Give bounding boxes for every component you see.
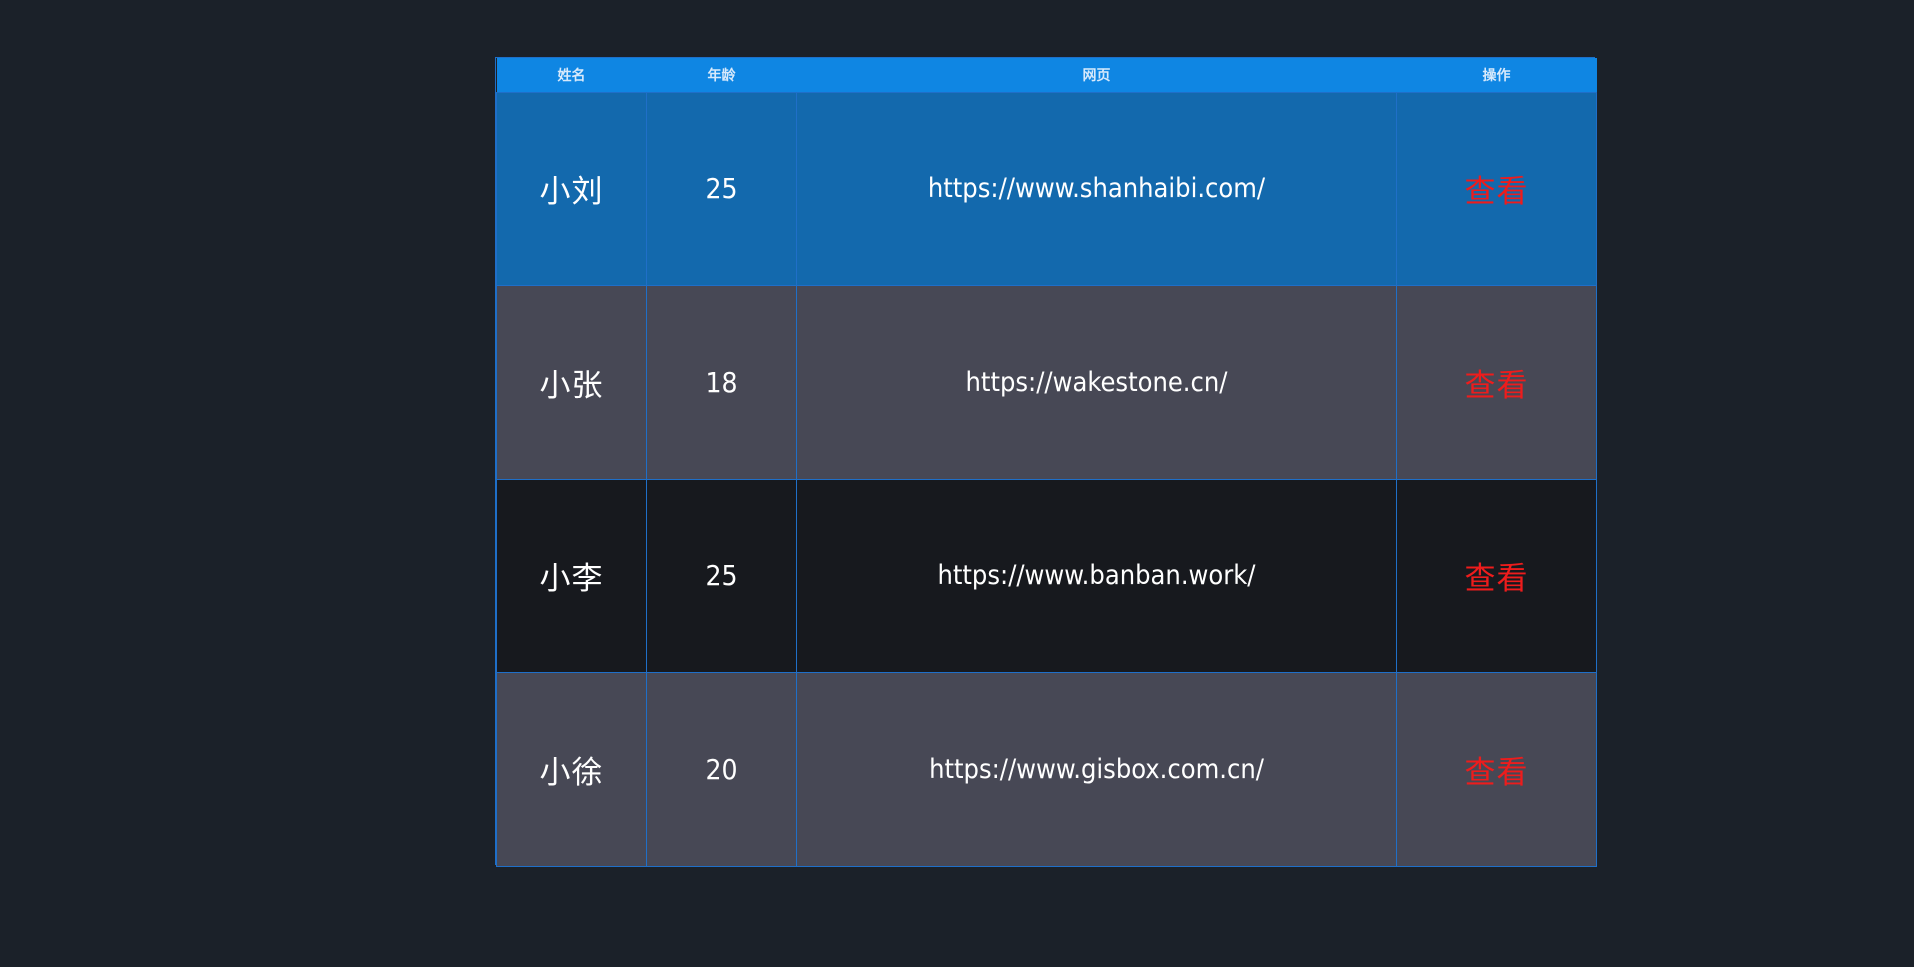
data-table: 姓名 年龄 网页 操作 小刘 25 https://www.shanhaibi.… — [496, 58, 1597, 867]
cell-action: 查看 — [1396, 285, 1597, 480]
data-table-container: 姓名 年龄 网页 操作 小刘 25 https://www.shanhaibi.… — [495, 57, 1597, 867]
table-row: 小李 25 https://www.banban.work/ 查看 — [496, 478, 1597, 673]
cell-age: 25 — [646, 91, 797, 286]
cell-action: 查看 — [1396, 478, 1597, 673]
view-link[interactable]: 查看 — [1465, 368, 1529, 404]
column-header-age: 年龄 — [707, 67, 736, 84]
cell-age: 25 — [646, 478, 797, 673]
cell-age: 20 — [646, 672, 797, 867]
column-header-web: 网页 — [1082, 67, 1111, 84]
view-link[interactable]: 查看 — [1465, 174, 1529, 210]
table-row: 小徐 20 https://www.gisbox.com.cn/ 查看 — [496, 672, 1597, 867]
cell-name: 小张 — [496, 285, 647, 480]
cell-age: 18 — [646, 285, 797, 480]
cell-name: 小刘 — [496, 91, 647, 286]
table-row: 小张 18 https://wakestone.cn/ 查看 — [496, 285, 1597, 480]
cell-web: https://www.shanhaibi.com/ — [796, 91, 1397, 286]
cell-web: https://www.banban.work/ — [796, 478, 1397, 673]
table-header-row: 姓名 年龄 网页 操作 — [496, 58, 1597, 92]
table-header: 姓名 年龄 网页 操作 — [496, 58, 1597, 92]
view-link[interactable]: 查看 — [1465, 561, 1529, 597]
cell-action: 查看 — [1396, 672, 1597, 867]
table-row: 小刘 25 https://www.shanhaibi.com/ 查看 — [496, 91, 1597, 286]
cell-web: https://www.gisbox.com.cn/ — [796, 672, 1397, 867]
cell-web: https://wakestone.cn/ — [796, 285, 1397, 480]
column-header-name: 姓名 — [557, 67, 586, 84]
view-link[interactable]: 查看 — [1465, 755, 1529, 791]
cell-name: 小李 — [496, 478, 647, 673]
table-body: 小刘 25 https://www.shanhaibi.com/ 查看 小张 1… — [496, 91, 1597, 867]
cell-action: 查看 — [1396, 91, 1597, 286]
cell-name: 小徐 — [496, 672, 647, 867]
column-header-action: 操作 — [1482, 67, 1511, 84]
